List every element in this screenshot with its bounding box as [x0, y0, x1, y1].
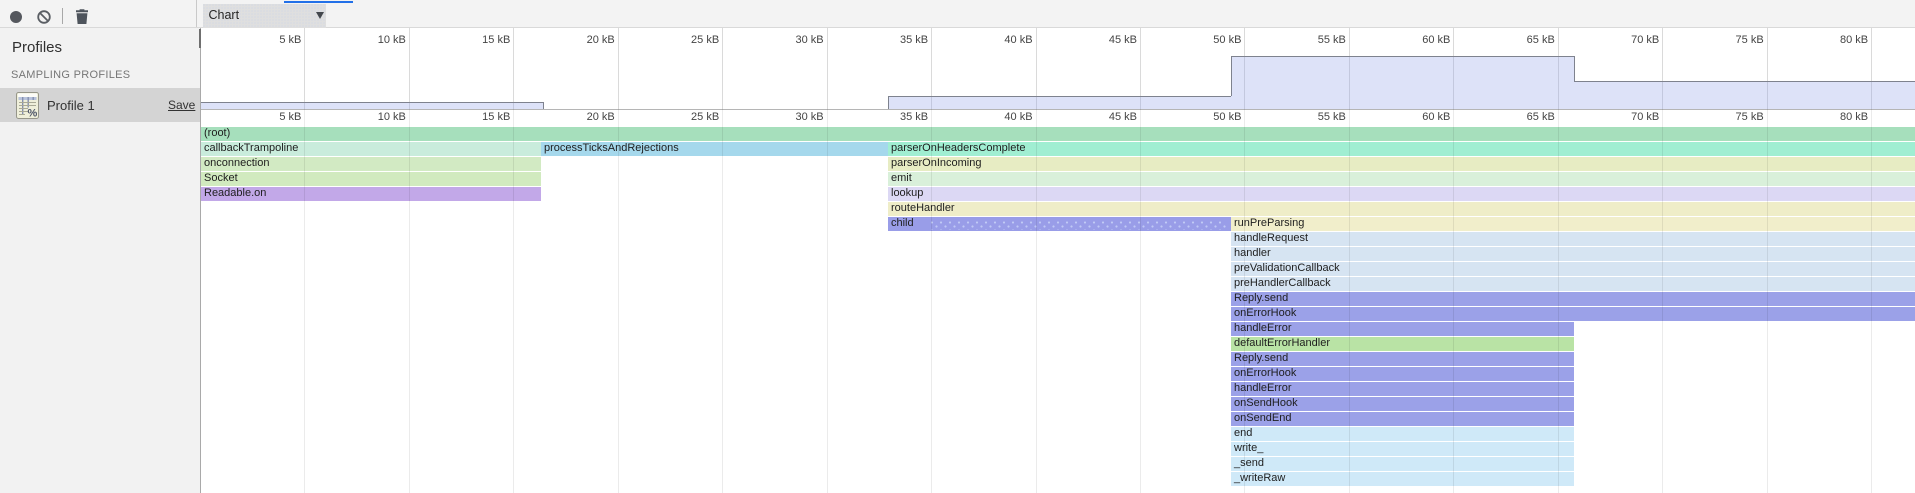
svg-text:%: % — [28, 108, 38, 120]
